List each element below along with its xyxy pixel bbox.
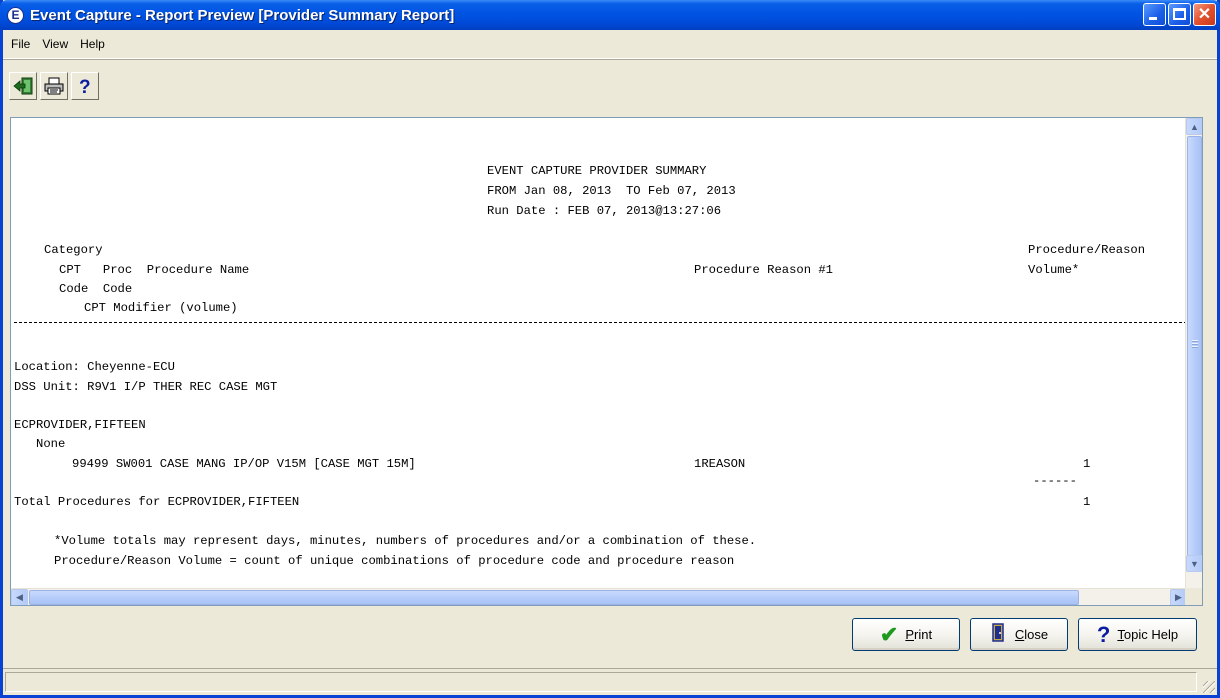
window-title: Event Capture - Report Preview [Provider… [30,6,455,24]
scroll-down-button[interactable]: ▼ [1186,555,1202,572]
location-line: Location: Cheyenne-ECU [14,360,175,374]
procedure-volume: 1 [1083,457,1091,471]
close-window-button[interactable]: ✕ [1193,3,1216,26]
dss-unit-line: DSS Unit: R9V1 I/P THER REC CASE MGT [14,380,278,394]
svg-text:?: ? [79,77,91,96]
report-run-date: Run Date : FEB 07, 2013@13:27:06 [487,204,722,218]
header-cpt-proc: CPT Proc Procedure Name [59,263,250,277]
vertical-scroll-thumb[interactable] [1187,136,1202,556]
print-button[interactable]: ✔ Print [852,618,960,651]
chevron-down-icon: ▼ [1190,558,1199,569]
resize-grip[interactable] [1203,681,1215,693]
close-icon: ✕ [1197,6,1212,23]
header-reason: Procedure Reason #1 [694,263,833,277]
chevron-left-icon: ◀ [16,592,23,602]
menu-view[interactable]: View [36,34,74,54]
chevron-up-icon: ▲ [1190,121,1199,132]
thumb-grip [1192,343,1198,344]
thumb-grip [1192,346,1198,347]
vertical-scrollbar[interactable]: ▲ ▼ [1185,118,1202,589]
status-pane [5,672,1197,692]
button-bar: ✔ Print Close ? Topic Help [3,610,1217,664]
minimize-button[interactable] [1143,3,1166,26]
title-bar[interactable]: E Event Capture - Report Preview [Provid… [0,0,1220,30]
scroll-up-button[interactable]: ▲ [1186,118,1202,135]
report-title: EVENT CAPTURE PROVIDER SUMMARY [487,164,707,178]
status-bar [3,668,1217,695]
procedure-reason: 1REASON [694,457,746,471]
app-icon: E [7,6,24,24]
total-value: 1 [1083,495,1091,509]
toolbar: ? [3,60,1217,112]
horizontal-scrollbar[interactable]: ◀ ▶ [11,588,1187,605]
volume-separator: ------ [1033,474,1077,488]
close-button[interactable]: Close [970,618,1068,651]
checkmark-icon: ✔ [879,621,899,647]
scroll-corner [1185,588,1202,605]
print-toolbar-button[interactable] [40,72,68,100]
menu-bar: File View Help [3,30,1217,59]
exit-toolbar-button[interactable] [9,72,37,100]
menu-file[interactable]: File [5,34,36,54]
topic-help-button[interactable]: ? Topic Help [1078,618,1197,651]
chevron-right-icon: ▶ [1175,592,1182,602]
header-category: Category [44,243,103,257]
header-divider [14,322,1187,323]
footnote-reason-volume: Procedure/Reason Volume = count of uniqu… [54,554,735,568]
header-volume-1: Procedure/Reason [1028,243,1146,257]
procedure-line: 99499 SW001 CASE MANG IP/OP V15M [CASE M… [72,457,416,471]
total-label: Total Procedures for ECPROVIDER,FIFTEEN [14,495,300,509]
window-controls: ✕ [1143,3,1216,26]
minimize-icon [1149,17,1157,20]
provider-line: ECPROVIDER,FIFTEEN [14,418,146,432]
footnote-volume: *Volume totals may represent days, minut… [54,534,757,548]
help-toolbar-button[interactable]: ? [71,72,99,100]
menu-help[interactable]: Help [74,34,111,54]
horizontal-scroll-thumb[interactable] [29,590,1079,605]
exit-icon [13,77,33,95]
door-icon [990,623,1008,646]
report-content: EVENT CAPTURE PROVIDER SUMMARY FROM Jan … [11,118,1187,586]
close-button-label: Close [1014,627,1049,642]
header-cpt-modifier: CPT Modifier (volume) [84,301,238,315]
print-button-label: Print [905,627,933,642]
maximize-icon [1173,8,1186,20]
printer-icon [44,77,64,95]
topic-help-button-label: Topic Help [1117,627,1179,642]
header-code-code: Code Code [59,282,133,296]
maximize-button[interactable] [1168,3,1191,26]
report-viewer[interactable]: EVENT CAPTURE PROVIDER SUMMARY FROM Jan … [10,117,1203,606]
header-volume-2: Volume* [1028,263,1080,277]
help-icon: ? [1096,621,1111,647]
scroll-left-button[interactable]: ◀ [11,589,28,605]
help-icon: ? [79,77,91,96]
report-date-range: FROM Jan 08, 2013 TO Feb 07, 2013 [487,184,736,198]
category-value: None [36,437,66,451]
thumb-grip [1192,340,1198,341]
report-preview-window: E Event Capture - Report Preview [Provid… [0,0,1220,698]
